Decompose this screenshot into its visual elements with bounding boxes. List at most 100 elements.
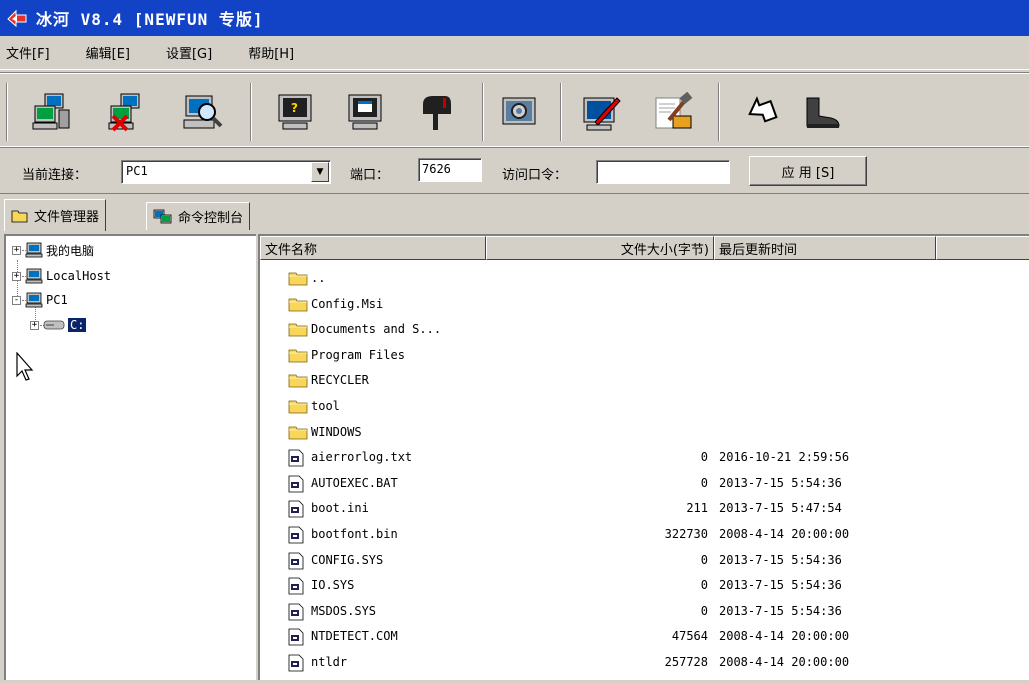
file-date: 2008-4-14 20:00:00	[719, 527, 850, 541]
file-name: tool	[311, 399, 340, 413]
folder-row[interactable]: ..	[260, 266, 1029, 291]
folder-icon	[288, 296, 308, 312]
password-input[interactable]	[596, 160, 730, 184]
folder-row[interactable]: RECYCLER	[260, 368, 1029, 393]
tools-button[interactable]	[650, 89, 696, 135]
expand-icon[interactable]: +	[12, 245, 21, 255]
search-host-button[interactable]	[180, 89, 226, 135]
computer-icon	[25, 292, 43, 308]
file-size: 0	[700, 475, 708, 490]
folder-icon	[288, 424, 308, 440]
file-icon	[288, 449, 308, 467]
screen-info-button[interactable]: ?	[272, 89, 318, 135]
menu-settings[interactable]: 设置[G]	[166, 43, 212, 62]
tree-node-localhost[interactable]: + LocalHost	[12, 266, 111, 286]
connection-select-value: PC1	[126, 164, 148, 178]
file-icon	[288, 654, 308, 672]
folder-row[interactable]: Config.Msi	[260, 292, 1029, 317]
toolbar: ?	[0, 72, 1029, 148]
tab-file-manager[interactable]: 文件管理器	[4, 199, 107, 231]
screen-capture-button[interactable]	[342, 89, 388, 135]
window-title: 冰河 V8.4 [NEWFUN 专版]	[36, 10, 264, 29]
tree-node-label: 我的电脑	[46, 243, 95, 258]
file-name: Program Files	[311, 347, 405, 362]
file-size: 0	[700, 603, 708, 618]
column-header-size[interactable]: 文件大小(字节)	[486, 236, 714, 260]
column-header-empty[interactable]	[936, 236, 1029, 260]
title-bar[interactable]: 冰河 V8.4 [NEWFUN 专版]	[0, 0, 1029, 36]
toolbar-separator	[6, 83, 8, 141]
port-label: 端口：	[350, 168, 390, 183]
file-date: 2013-7-15 5:54:36	[719, 475, 842, 490]
folder-icon	[288, 398, 308, 414]
tree-node-my-computer[interactable]: + 我的电脑	[12, 240, 94, 260]
menu-file[interactable]: 文件[F]	[6, 43, 50, 62]
directory-tree[interactable]: + 我的电脑 + LocalHost - PC1 + C:	[4, 234, 256, 680]
monitor-pen-icon	[583, 97, 621, 131]
expand-icon[interactable]: +	[30, 320, 39, 330]
mail-button[interactable]	[412, 89, 458, 135]
tree-node-pc1[interactable]: - PC1	[12, 290, 68, 310]
file-name: bootfont.bin	[311, 527, 398, 541]
add-host-button[interactable]	[28, 89, 74, 135]
file-date: 2008-4-14 20:00:00	[719, 655, 850, 669]
file-name: AUTOEXEC.BAT	[311, 475, 398, 490]
computer-search-icon	[183, 95, 223, 129]
file-icon	[288, 603, 308, 621]
file-row[interactable]: bootfont.bin 322730 2008-4-14 20:00:00	[260, 522, 1029, 547]
computer-network-icon	[32, 93, 70, 130]
file-date: 2013-7-15 5:54:36	[719, 552, 842, 567]
tab-command-console[interactable]: 命令控制台	[146, 202, 251, 230]
file-name: Documents and S...	[311, 322, 442, 337]
file-date: 2013-7-15 5:47:54	[719, 501, 842, 516]
menu-help[interactable]: 帮助[H]	[248, 43, 294, 62]
folder-row[interactable]: tool	[260, 394, 1029, 419]
remove-host-button[interactable]	[104, 89, 150, 135]
computer-icon	[25, 268, 43, 284]
svg-text:?: ?	[291, 101, 298, 115]
tab-file-manager-label: 文件管理器	[34, 210, 100, 225]
file-size: 0	[700, 578, 708, 593]
file-size: 211	[686, 501, 708, 516]
menu-edit[interactable]: 编辑[E]	[86, 43, 130, 62]
hammer-icon	[655, 92, 693, 129]
file-row[interactable]: boot.ini 211 2013-7-15 5:47:54	[260, 496, 1029, 521]
app-logo-icon	[6, 7, 28, 29]
file-row[interactable]: ntldr 257728 2008-4-14 20:00:00	[260, 650, 1029, 675]
folder-row[interactable]: WINDOWS	[260, 420, 1029, 445]
exit-button[interactable]	[800, 89, 846, 135]
connection-select[interactable]: PC1 ▼	[121, 160, 331, 184]
back-button[interactable]	[738, 89, 784, 135]
apply-button[interactable]: 应 用 [S]	[749, 156, 867, 186]
file-name: aierrorlog.txt	[311, 450, 413, 465]
tree-node-label: PC1	[46, 293, 68, 307]
chevron-down-icon[interactable]: ▼	[311, 162, 329, 182]
file-row[interactable]: MSDOS.SYS 0 2013-7-15 5:54:36	[260, 599, 1029, 624]
folder-icon	[288, 372, 308, 388]
column-header-date[interactable]: 最后更新时间	[714, 236, 936, 260]
file-icon	[288, 475, 308, 493]
settings-button[interactable]	[496, 89, 542, 135]
expand-icon[interactable]: +	[12, 271, 21, 281]
file-row[interactable]: NTDETECT.COM 47564 2008-4-14 20:00:00	[260, 624, 1029, 649]
collapse-icon[interactable]: -	[12, 295, 21, 305]
file-name: MSDOS.SYS	[311, 603, 377, 618]
file-row[interactable]: AUTOEXEC.BAT 0 2013-7-15 5:54:36	[260, 471, 1029, 496]
gear-screen-icon	[502, 97, 536, 125]
folder-row[interactable]: Program Files	[260, 343, 1029, 368]
edit-config-button[interactable]	[578, 89, 624, 135]
file-row[interactable]: aierrorlog.txt 0 2016-10-21 2:59:56	[260, 445, 1029, 470]
tree-node-drive-c[interactable]: + C:	[30, 315, 87, 335]
file-icon	[288, 628, 308, 646]
file-name: boot.ini	[311, 501, 369, 516]
tab-strip: 文件管理器 命令控制台	[0, 198, 1029, 232]
file-size: 322730	[664, 527, 708, 541]
port-input[interactable]: 7626	[418, 158, 482, 182]
drive-icon	[43, 320, 65, 330]
file-list[interactable]: 文件名称 文件大小(字节) 最后更新时间 .. Config.Msi Documen…	[258, 234, 1029, 680]
file-row[interactable]: CONFIG.SYS 0 2013-7-15 5:54:36	[260, 548, 1029, 573]
file-row[interactable]: IO.SYS 0 2013-7-15 5:54:36	[260, 573, 1029, 598]
tree-node-label: LocalHost	[46, 269, 112, 283]
folder-row[interactable]: Documents and S...	[260, 317, 1029, 342]
column-header-name[interactable]: 文件名称	[260, 236, 486, 260]
